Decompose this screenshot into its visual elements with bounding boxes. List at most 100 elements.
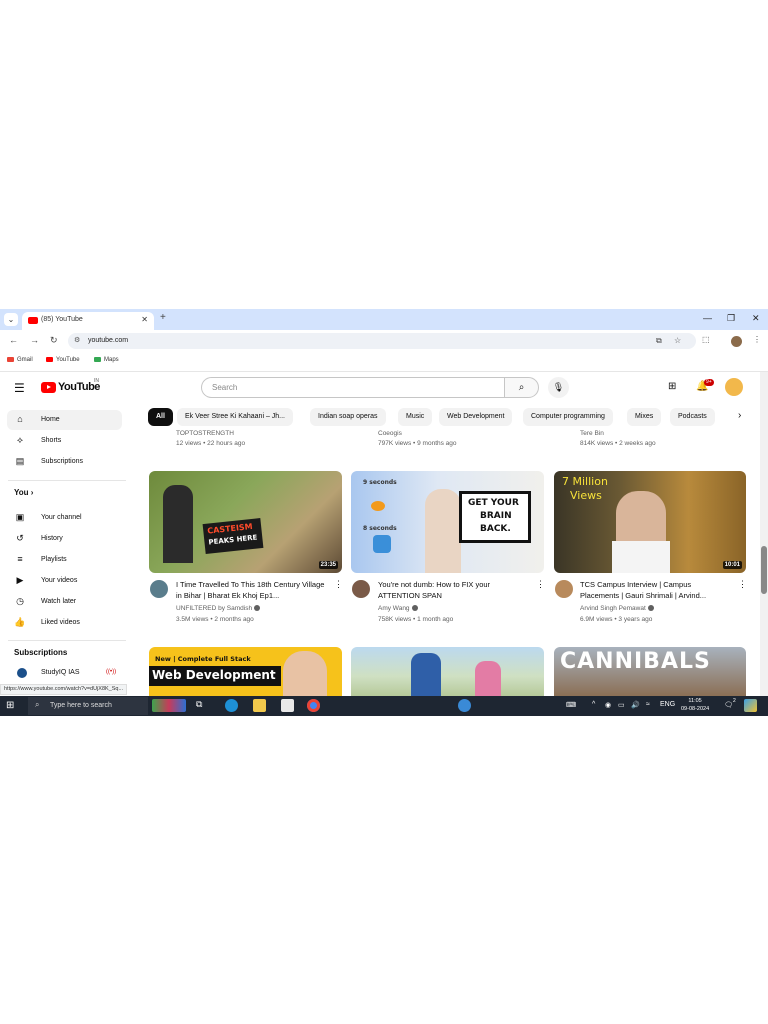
video-channel[interactable]: Arvind Singh Pemawat xyxy=(580,605,654,612)
sidebar-divider xyxy=(8,640,126,641)
chip-all[interactable]: All xyxy=(148,408,173,426)
news-widget-icon[interactable] xyxy=(152,699,186,712)
taskbar-search[interactable]: ⌕ Type here to search xyxy=(28,697,148,715)
sidebar-item-your-videos[interactable]: ▶ Your videos xyxy=(7,571,122,591)
sidebar-item-playlists[interactable]: ≡ Playlists xyxy=(7,550,122,570)
sidebar-item-history[interactable]: ↺ History xyxy=(7,529,122,549)
store-icon[interactable] xyxy=(281,699,294,712)
address-bar[interactable]: ⚙ youtube.com ⧉ ☆ xyxy=(68,333,696,349)
weather-icon[interactable] xyxy=(458,699,471,712)
search-input[interactable]: Search xyxy=(201,377,504,398)
video-thumbnail[interactable]: 9 seconds 8 seconds GET YOUR BRAIN BACK. xyxy=(351,471,544,573)
tab-search-icon[interactable]: ⌄ xyxy=(4,313,18,326)
new-tab-icon[interactable]: + xyxy=(160,312,166,323)
reload-icon[interactable]: ↻ xyxy=(50,335,58,346)
menu-icon[interactable]: ☰ xyxy=(14,381,25,395)
video-thumbnail[interactable]: New | Complete Full Stack Web Developmen… xyxy=(149,647,342,696)
back-icon[interactable]: ← xyxy=(9,335,18,345)
video-title[interactable]: You're not dumb: How to FIX your ATTENTI… xyxy=(378,579,528,601)
chrome-icon[interactable] xyxy=(307,699,320,712)
voice-search-button[interactable]: 🎙 xyxy=(548,377,569,398)
more-actions-icon[interactable]: ⋮ xyxy=(536,579,545,590)
tray-chevron-icon[interactable]: ^ xyxy=(592,701,595,708)
video-channel-name: Arvind Singh Pemawat xyxy=(580,605,646,612)
prev-video-channel[interactable]: Coeogis xyxy=(378,430,402,437)
search-button[interactable]: ⌕ xyxy=(504,377,539,398)
copilot-icon[interactable] xyxy=(744,699,757,712)
chip-web-development[interactable]: Web Development xyxy=(439,408,513,426)
filter-chips: All Ek Veer Stree Ki Kahaani – Jh... Ind… xyxy=(148,408,758,428)
chips-next-icon[interactable]: › xyxy=(738,410,741,421)
battery-icon[interactable]: ▭ xyxy=(618,701,625,709)
keyboard-icon[interactable]: ⌨ xyxy=(566,701,576,709)
wifi-icon[interactable]: ≈ xyxy=(646,701,650,708)
video-thumbnail[interactable]: 7 Million Views 10:01 xyxy=(554,471,746,573)
page-scrollbar[interactable] xyxy=(760,372,768,696)
sidebar-item-studyiq[interactable]: StudyIQ IAS ((•)) xyxy=(7,663,122,683)
task-view-icon[interactable]: ⧉ xyxy=(196,699,209,712)
chip-computer-programming[interactable]: Computer programming xyxy=(523,408,613,426)
sidebar-item-home[interactable]: ⌂ Home xyxy=(7,410,122,430)
prev-video-channel[interactable]: Tere Bin xyxy=(580,430,604,437)
you-heading[interactable]: You › xyxy=(14,488,33,497)
chip-indian-soap-operas[interactable]: Indian soap operas xyxy=(310,408,386,426)
windows-start-icon[interactable]: ⊞ xyxy=(6,700,14,711)
minimize-icon[interactable]: — xyxy=(703,313,712,323)
site-info-icon[interactable]: ⚙ xyxy=(74,336,80,344)
clock[interactable]: 11:05 09-08-2024 xyxy=(681,697,709,713)
cartoon-character xyxy=(411,653,441,696)
microphone-icon: 🎙 xyxy=(552,382,565,392)
search-icon: ⌕ xyxy=(35,700,40,709)
more-actions-icon[interactable]: ⋮ xyxy=(738,579,747,590)
forward-icon[interactable]: → xyxy=(30,335,39,345)
live-icon: ((•)) xyxy=(106,669,117,675)
channel-avatar[interactable] xyxy=(352,580,370,598)
chip-music[interactable]: Music xyxy=(398,408,433,426)
notification-center-icon[interactable]: 🗨 xyxy=(724,701,733,709)
chip-podcasts[interactable]: Podcasts xyxy=(670,408,715,426)
create-video-icon[interactable]: ⊞ xyxy=(668,381,676,392)
thumbnail-text: GET YOUR xyxy=(468,498,519,508)
tab-youtube[interactable]: (85) YouTube ✕ xyxy=(22,312,154,330)
bookmark-maps[interactable]: Maps xyxy=(94,357,119,363)
more-actions-icon[interactable]: ⋮ xyxy=(334,579,343,590)
chip-mixes[interactable]: Mixes xyxy=(627,408,662,426)
sidebar-item-watch-later[interactable]: ◷ Watch later xyxy=(7,592,122,612)
video-thumbnail[interactable]: CASTEISM PEAKS HERE 23:35 xyxy=(149,471,342,573)
bookmark-star-icon[interactable]: ☆ xyxy=(674,336,681,345)
volume-icon[interactable]: 🔊 xyxy=(631,701,640,709)
video-thumbnail[interactable] xyxy=(351,647,544,696)
account-avatar[interactable] xyxy=(725,378,743,396)
chevron-right-icon: › xyxy=(30,488,34,497)
bookmark-youtube[interactable]: YouTube xyxy=(46,357,80,363)
close-tab-icon[interactable]: ✕ xyxy=(141,315,148,324)
clock-time: 11:05 xyxy=(688,698,702,704)
video-channel[interactable]: UNFILTERED by Samdish xyxy=(176,605,261,612)
prev-video-channel[interactable]: TOPTOSTRENGTH xyxy=(176,430,234,437)
youtube-logo-icon[interactable] xyxy=(41,382,56,393)
video-title[interactable]: I Time Travelled To This 18th Century Vi… xyxy=(176,579,326,601)
restore-icon[interactable]: ❐ xyxy=(727,313,735,324)
sidebar-item-your-channel[interactable]: ▣ Your channel xyxy=(7,508,122,528)
scrollbar-thumb[interactable] xyxy=(761,546,767,594)
language-indicator[interactable]: ENG xyxy=(660,701,675,708)
chip-ek-veer-stree[interactable]: Ek Veer Stree Ki Kahaani – Jh... xyxy=(177,408,294,426)
sidebar-item-subscriptions[interactable]: ▤ Subscriptions xyxy=(7,452,122,472)
channel-avatar[interactable] xyxy=(555,580,573,598)
file-explorer-icon[interactable] xyxy=(253,699,266,712)
browser-menu-icon[interactable]: ⋮ xyxy=(753,335,761,344)
channel-avatar[interactable] xyxy=(150,580,168,598)
video-thumbnail[interactable]: CANNIBALS xyxy=(554,647,746,696)
video-stats: 758K views • 1 month ago xyxy=(378,616,454,623)
video-channel[interactable]: Amy Wang xyxy=(378,605,418,612)
sidebar-item-shorts[interactable]: ⟡ Shorts xyxy=(7,431,122,451)
extensions-icon[interactable]: ⬚ xyxy=(702,335,710,344)
your-videos-icon: ▶ xyxy=(16,575,24,585)
edge-icon[interactable] xyxy=(225,699,238,712)
close-window-icon[interactable]: ✕ xyxy=(752,313,760,324)
browser-profile-avatar[interactable] xyxy=(731,336,742,347)
video-title[interactable]: TCS Campus Interview | Campus Placements… xyxy=(580,579,730,601)
bookmark-gmail[interactable]: Gmail xyxy=(7,357,33,363)
sidebar-item-liked-videos[interactable]: 👍 Liked videos xyxy=(7,613,122,633)
install-app-icon[interactable]: ⧉ xyxy=(656,336,662,346)
